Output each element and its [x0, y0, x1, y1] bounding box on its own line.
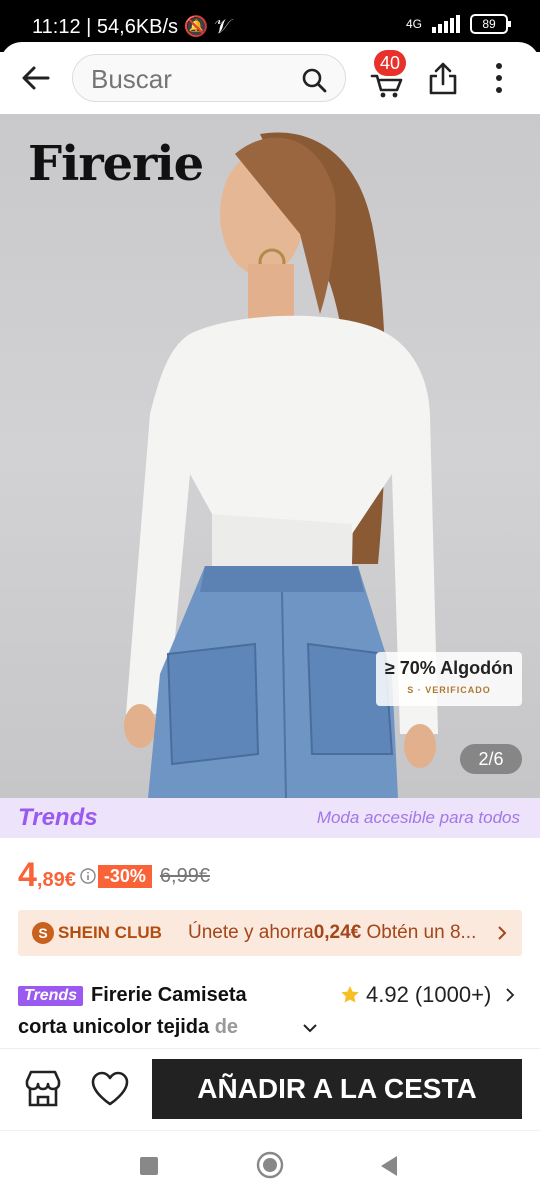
info-icon[interactable]	[80, 868, 96, 884]
more-options-icon[interactable]	[488, 60, 510, 96]
home-icon[interactable]	[256, 1151, 284, 1179]
price-integer: 4	[18, 856, 37, 894]
search-icon[interactable]	[301, 67, 327, 93]
bottom-action-bar: AÑADIR A LA CESTA	[0, 1048, 540, 1130]
club-offer-text: Únete y ahorra0,24€ Obtén un 8...	[188, 922, 477, 943]
material-text: ≥ 70% Algodón	[384, 658, 514, 678]
product-title-area: Trends Firerie Camiseta corta unicolor t…	[18, 982, 522, 1046]
shein-club-banner[interactable]: S SHEIN CLUB Únete y ahorra0,24€ Obtén u…	[18, 910, 522, 956]
brand-logo: Firerie	[28, 136, 204, 192]
rating-summary[interactable]: 4.92 (1000+)	[340, 982, 515, 1008]
rating-count: (1000+)	[414, 982, 492, 1007]
price-decimal: ,89€	[36, 869, 76, 891]
discount-badge: -30%	[97, 864, 152, 888]
signal-icon	[432, 15, 460, 33]
verified-text: S · VERIFICADO	[407, 685, 491, 695]
chevron-right-icon	[506, 988, 515, 1002]
top-header: 40	[0, 42, 540, 114]
back-arrow-icon[interactable]	[18, 60, 54, 96]
search-box[interactable]	[72, 54, 346, 102]
network-label: 4G	[405, 17, 422, 31]
material-badge[interactable]: ≥ 70% Algodón S · VERIFICADO	[376, 652, 522, 706]
status-icons: 4G 89	[405, 14, 511, 34]
share-icon[interactable]	[428, 60, 458, 96]
search-input[interactable]	[91, 63, 291, 95]
club-icon: S	[32, 922, 54, 944]
status-time: 11:12 | 54,6KB/s 🔕 𝒱	[32, 16, 231, 38]
price-row: 4 ,89€ -30% 6,99€	[18, 856, 210, 896]
recents-icon[interactable]	[140, 1157, 158, 1175]
trends-banner[interactable]: Trends Moda accesible para todos	[0, 798, 540, 838]
system-nav-bar	[0, 1130, 540, 1200]
image-counter: 2/6	[460, 744, 522, 774]
club-label: SHEIN CLUB	[58, 923, 162, 942]
trends-tagline: Moda accesible para todos	[316, 808, 520, 827]
back-triangle-icon[interactable]	[380, 1155, 398, 1177]
heart-icon[interactable]	[90, 1071, 130, 1107]
battery-icon: 89	[470, 14, 511, 34]
trends-logo: Trends	[18, 804, 98, 831]
rating-value: 4.92	[366, 982, 409, 1007]
product-title-continued: corta unicolor tejida de	[18, 1016, 239, 1038]
product-title: Firerie Camiseta	[91, 984, 247, 1006]
star-icon	[341, 986, 359, 1003]
cart-count-badge: 40	[374, 50, 406, 76]
chevron-right-icon	[498, 926, 507, 940]
add-to-cart-button[interactable]: AÑADIR A LA CESTA	[152, 1059, 522, 1119]
chevron-down-icon[interactable]	[302, 1022, 318, 1036]
original-price: 6,99€	[159, 864, 210, 887]
product-image-gallery[interactable]: Firerie ≥ 70% Algodón S · VERIFICADO 2/6	[0, 114, 540, 798]
trends-tag: Trends	[18, 986, 84, 1006]
store-icon[interactable]	[22, 1069, 64, 1109]
